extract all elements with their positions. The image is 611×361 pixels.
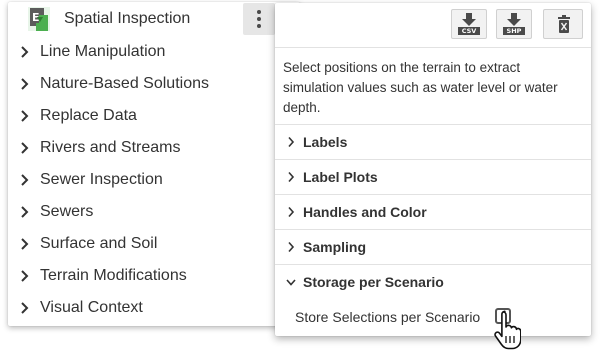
download-csv-button[interactable]: CSV (451, 9, 487, 39)
tool-item-label: Terrain Modifications (40, 267, 187, 284)
chevron-down-icon (286, 279, 296, 286)
chevron-right-icon (288, 171, 295, 183)
divider (275, 47, 591, 48)
chevron-right-icon (21, 270, 29, 282)
section-label: Storage per Scenario (303, 274, 444, 290)
more-options-button[interactable] (243, 3, 275, 35)
chevron-right-icon (21, 238, 29, 250)
tool-item-label: Line Manipulation (40, 43, 166, 60)
store-selections-label: Store Selections per Scenario (295, 309, 481, 325)
tool-item-surface-and-soil[interactable]: Surface and Soil (8, 228, 300, 260)
shp-format-label: SHP (503, 27, 525, 35)
section-label: Label Plots (303, 169, 378, 185)
section-storage-per-scenario[interactable]: Storage per Scenario (275, 265, 591, 299)
download-shp-icon (507, 13, 521, 26)
spatial-inspection-panel: CSV SHP Select positions on the terrain … (275, 3, 591, 336)
panel-header: E Spatial Inspection (8, 2, 300, 36)
tool-item-rivers-and-streams[interactable]: Rivers and Streams (8, 132, 300, 164)
tool-item-terrain-modifications[interactable]: Terrain Modifications (8, 260, 300, 292)
tool-item-nature-based-solutions[interactable]: Nature-Based Solutions (8, 68, 300, 100)
chevron-right-icon (288, 206, 295, 218)
tool-item-label: Visual Context (40, 299, 143, 316)
tool-list: Line Manipulation Nature-Based Solutions… (8, 36, 300, 324)
spatial-inspection-app-icon: E (28, 7, 50, 31)
chevron-right-icon (21, 302, 29, 314)
tool-item-label: Surface and Soil (40, 235, 158, 252)
tool-item-label: Sewer Inspection (40, 171, 163, 188)
chevron-right-icon (288, 241, 295, 253)
chevron-right-icon (21, 78, 29, 90)
more-vert-icon (257, 10, 261, 14)
tool-item-line-manipulation[interactable]: Line Manipulation (8, 36, 300, 68)
chevron-right-icon (21, 174, 29, 186)
section-label: Labels (303, 134, 348, 150)
tool-item-label: Sewers (40, 203, 94, 220)
delete-selections-button[interactable] (543, 9, 583, 39)
download-shp-button[interactable]: SHP (496, 9, 532, 39)
section-label: Handles and Color (303, 204, 427, 220)
tool-item-visual-context[interactable]: Visual Context (8, 292, 300, 324)
tool-list-panel: E Spatial Inspection Line Manipulation N… (8, 2, 300, 326)
chevron-right-icon (21, 110, 29, 122)
tool-item-label: Rivers and Streams (40, 139, 181, 156)
csv-format-label: CSV (458, 27, 480, 35)
tool-item-replace-data[interactable]: Replace Data (8, 100, 300, 132)
download-csv-icon (462, 13, 476, 26)
section-handles-and-color[interactable]: Handles and Color (275, 195, 591, 229)
tool-description: Select positions on the terrain to extra… (283, 60, 558, 115)
section-label: Sampling (303, 239, 367, 255)
tool-item-sewer-inspection[interactable]: Sewer Inspection (8, 164, 300, 196)
chevron-right-icon (21, 46, 29, 58)
tool-item-label: Replace Data (40, 107, 137, 124)
chevron-right-icon (21, 142, 29, 154)
panel-title: Spatial Inspection (64, 10, 191, 27)
section-labels[interactable]: Labels (275, 125, 591, 159)
chevron-right-icon (21, 206, 29, 218)
section-sampling[interactable]: Sampling (275, 230, 591, 264)
chevron-right-icon (288, 136, 295, 148)
inspection-toolbar: CSV SHP (275, 3, 591, 49)
store-selections-option: Store Selections per Scenario (295, 308, 575, 331)
trash-icon (558, 15, 570, 33)
store-selections-checkbox[interactable] (495, 308, 511, 324)
section-label-plots[interactable]: Label Plots (275, 160, 591, 194)
tool-item-sewers[interactable]: Sewers (8, 196, 300, 228)
tool-item-label: Nature-Based Solutions (40, 75, 209, 92)
